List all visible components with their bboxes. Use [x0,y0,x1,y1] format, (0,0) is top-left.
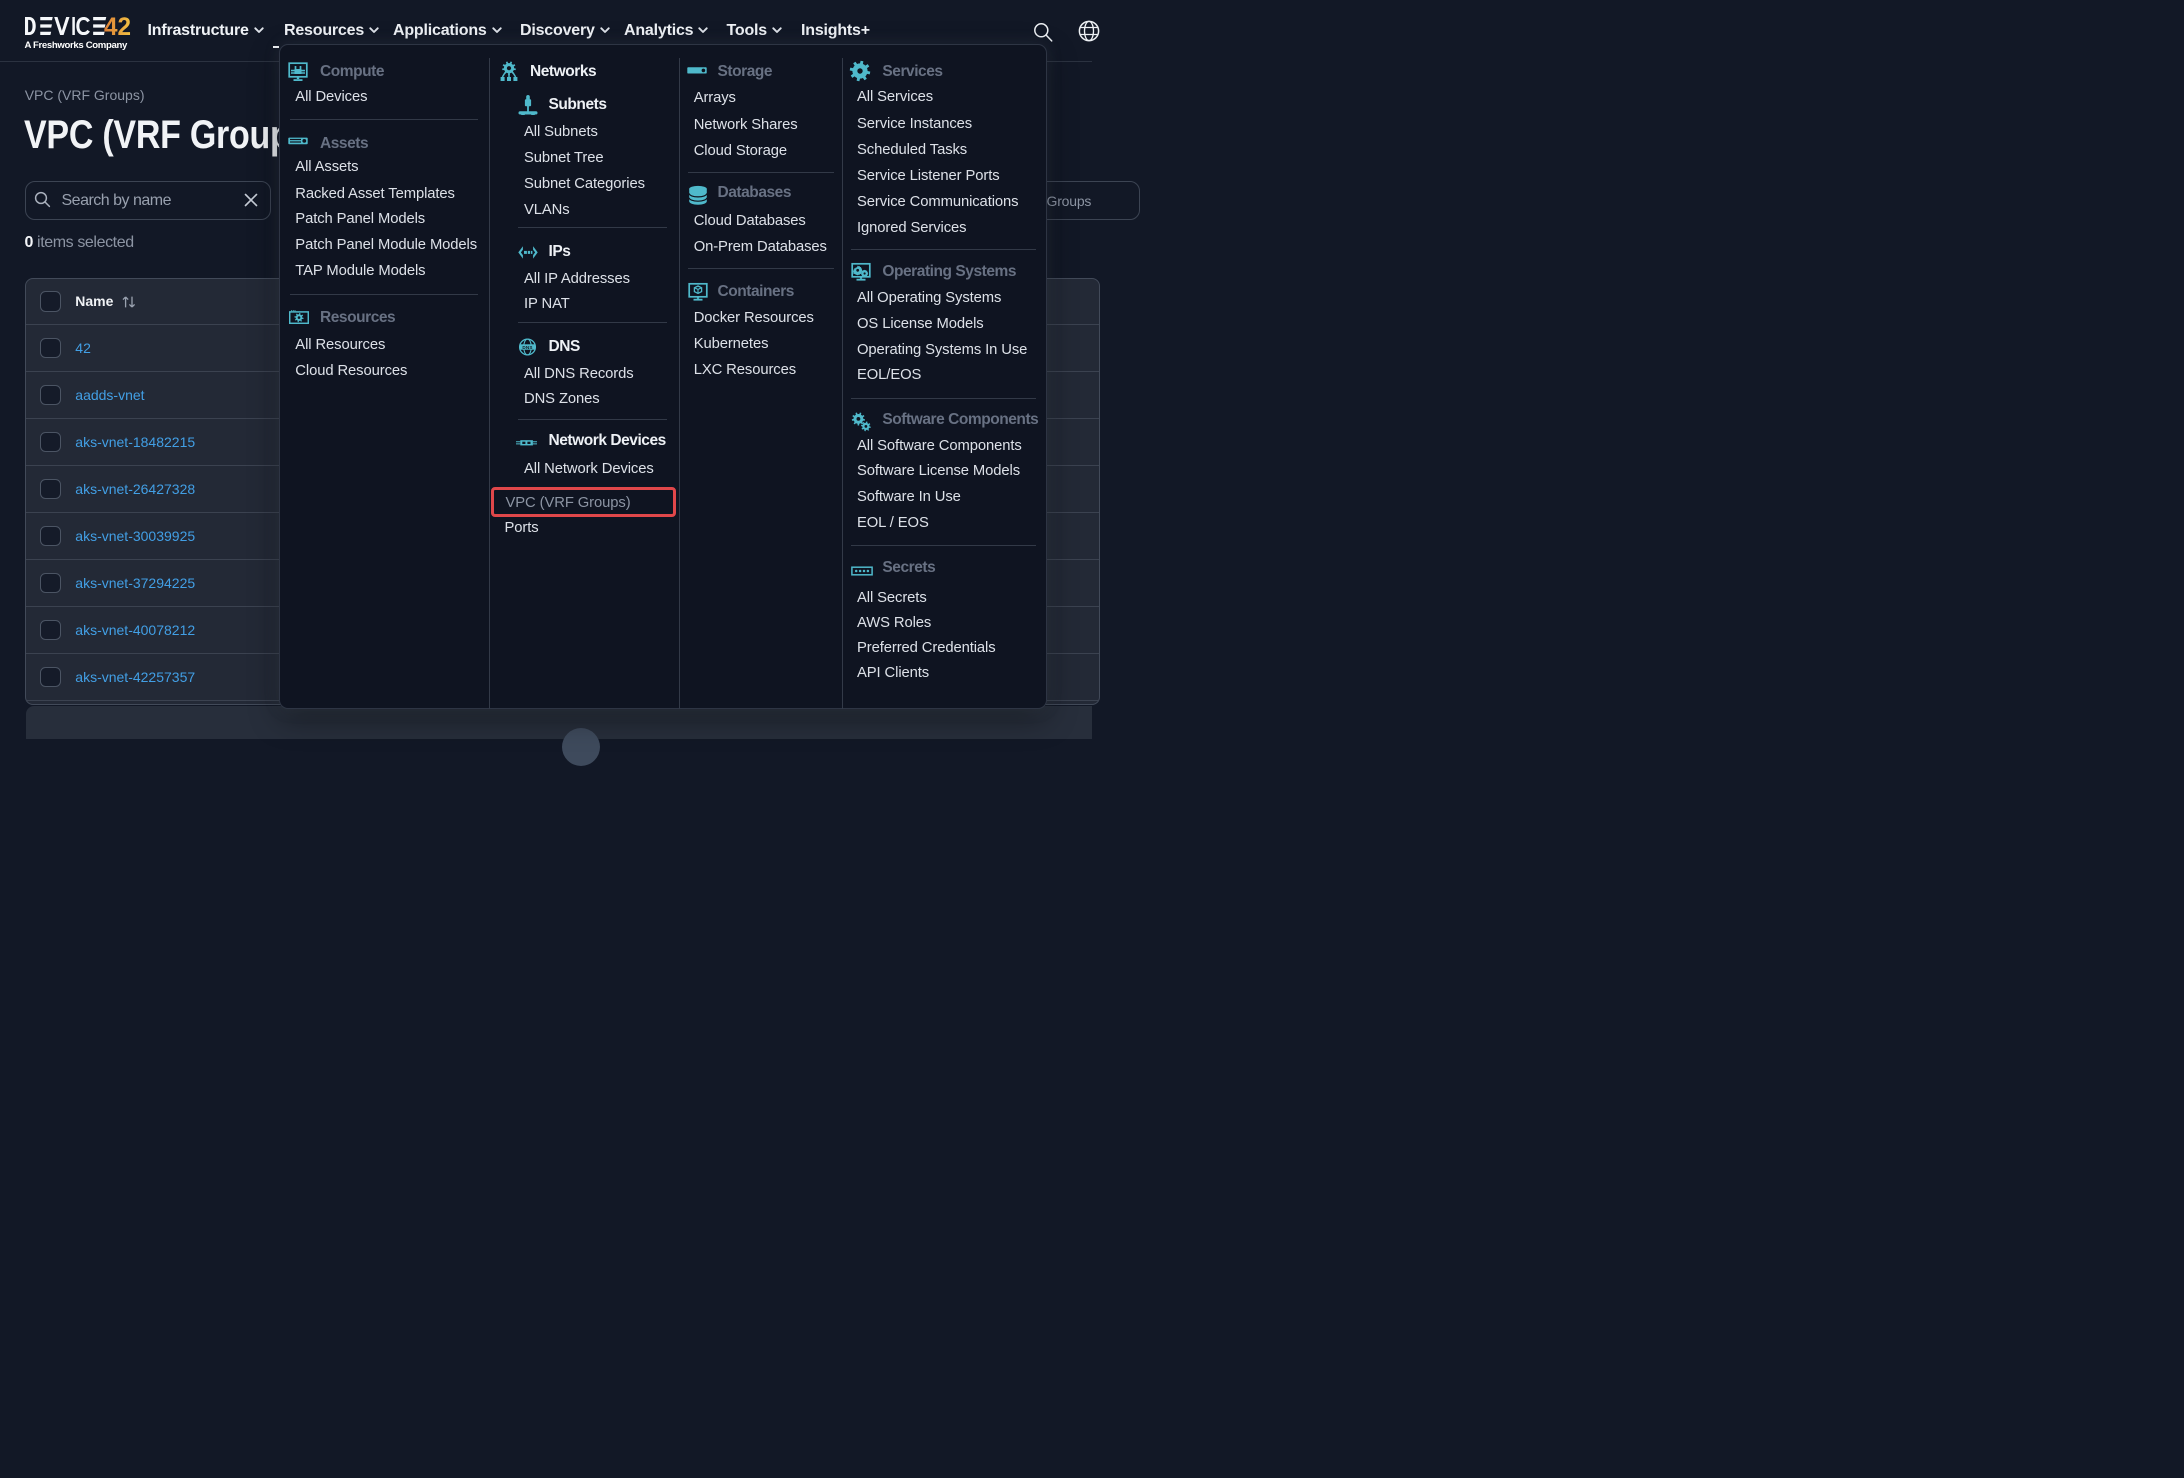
svg-text:DNS: DNS [522,345,532,350]
